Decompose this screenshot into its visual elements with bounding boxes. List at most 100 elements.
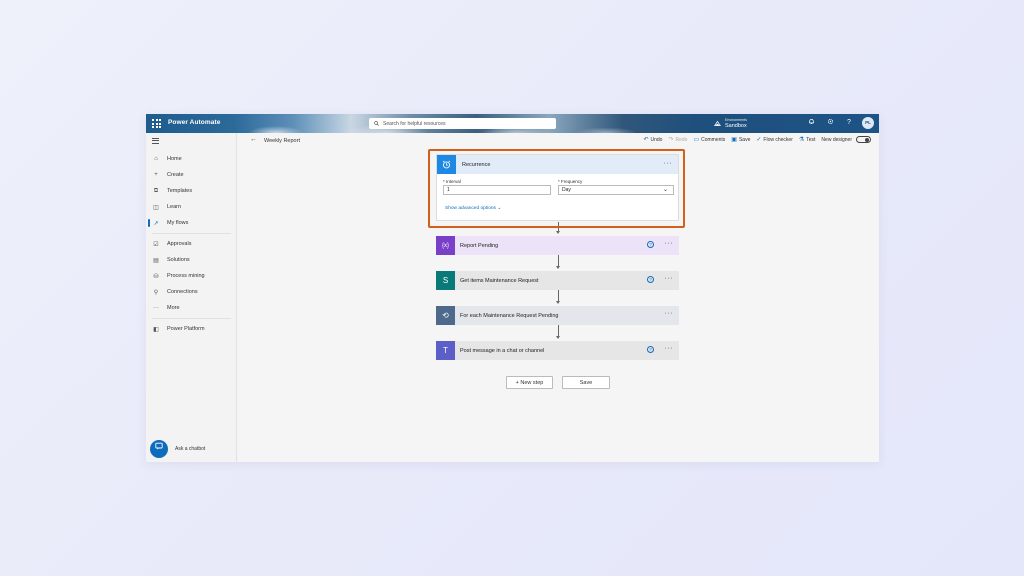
step-post-message[interactable]: T Post message in a chat or channel ? ··… xyxy=(436,341,679,360)
gear-icon[interactable] xyxy=(825,118,835,128)
book-icon: ◫ xyxy=(153,204,159,211)
teams-icon: T xyxy=(436,341,455,360)
power-platform-icon: ◧ xyxy=(153,326,159,333)
help-icon[interactable]: ? xyxy=(647,241,654,248)
flow-icon: ↗ xyxy=(153,220,159,227)
help-icon[interactable]: ? xyxy=(647,346,654,353)
sidebar-item-power-platform[interactable]: ◧ Power Platform xyxy=(146,321,237,337)
frequency-field: * Frequency Day ⌄ xyxy=(558,179,674,195)
more-options-icon[interactable]: ··· xyxy=(664,160,673,167)
advanced-options-link[interactable]: Show advanced options ⌄ xyxy=(445,206,501,211)
connector-arrow xyxy=(555,301,560,304)
sidebar-item-label: Solutions xyxy=(167,257,190,263)
loop-icon: ⟲ xyxy=(436,306,455,325)
interval-field: * Interval 1 xyxy=(443,179,551,195)
new-step-button[interactable]: + New step xyxy=(506,376,553,389)
chatbot-icon[interactable] xyxy=(150,440,168,458)
sidebar-item-learn[interactable]: ◫ Learn xyxy=(146,199,237,215)
sidebar-item-my-flows[interactable]: ↗ My flows xyxy=(146,215,237,231)
toggle-switch[interactable] xyxy=(856,136,871,143)
step-get-items[interactable]: S Get items Maintenance Request ? ··· xyxy=(436,271,679,290)
step-title: Post message in a chat or channel xyxy=(460,347,545,354)
interval-input[interactable]: 1 xyxy=(443,185,551,195)
flow-checker-button[interactable]: ✓ Flow checker xyxy=(756,136,793,144)
comments-button[interactable]: ▭ Comments xyxy=(693,136,726,144)
avatar[interactable]: PL xyxy=(862,117,874,129)
search-input[interactable] xyxy=(383,120,543,127)
plus-icon: + xyxy=(154,172,158,178)
sidebar-item-label: Templates xyxy=(167,188,193,194)
back-arrow-icon[interactable]: ← xyxy=(250,136,257,143)
comments-label: Comments xyxy=(701,136,726,143)
notifications-icon[interactable] xyxy=(806,118,816,128)
environment-label: Environments xyxy=(725,118,747,122)
undo-button[interactable]: ↶ Undo xyxy=(643,136,663,144)
sidebar-item-label: Learn xyxy=(167,204,182,210)
test-button[interactable]: ⚗ Test xyxy=(799,136,816,144)
sidebar-item-solutions[interactable]: ▤ Solutions xyxy=(146,252,237,268)
recurrence-title: Recurrence xyxy=(462,161,491,168)
active-indicator xyxy=(148,219,150,227)
help-icon[interactable]: ? xyxy=(844,118,854,128)
app-brand[interactable]: Power Automate xyxy=(168,119,220,126)
app-launcher-icon[interactable] xyxy=(152,119,161,128)
hamburger-icon[interactable] xyxy=(152,138,159,145)
frequency-select[interactable]: Day ⌄ xyxy=(558,185,674,195)
alarm-clock-icon xyxy=(437,155,456,174)
more-options-icon[interactable]: ··· xyxy=(665,240,674,247)
step-title: Report Pending xyxy=(460,242,499,249)
help-icon[interactable]: ? xyxy=(647,276,654,283)
chatbot-label: Ask a chatbot xyxy=(175,446,206,452)
sidebar-item-process-mining[interactable]: ⛁ Process mining xyxy=(146,268,237,284)
save-label: Save xyxy=(738,136,751,143)
save-command-button[interactable]: ▣ Save xyxy=(731,136,751,144)
search-icon xyxy=(374,121,379,126)
top-bar: Power Automate Environments Sandbox ? PL xyxy=(146,114,879,133)
environment-value: Sandbox xyxy=(725,123,747,129)
sidebar-item-label: Connections xyxy=(167,289,198,295)
frequency-label: * Frequency xyxy=(558,179,583,184)
sidebar-item-label: Approvals xyxy=(167,241,192,247)
more-options-icon[interactable]: ··· xyxy=(665,345,674,352)
connector-line xyxy=(557,290,559,301)
redo-button[interactable]: ↷ Redo xyxy=(668,136,688,144)
sidebar-item-more[interactable]: ··· More xyxy=(146,300,237,316)
search-box[interactable] xyxy=(369,118,556,129)
more-options-icon[interactable]: ··· xyxy=(665,275,674,282)
connector-line xyxy=(557,325,559,336)
connector-line xyxy=(557,255,559,266)
sidebar-item-label: More xyxy=(167,305,180,311)
connector-arrow xyxy=(555,266,560,269)
templates-icon: ⧉ xyxy=(153,187,159,194)
recurrence-header[interactable]: Recurrence ··· xyxy=(437,155,678,174)
step-for-each[interactable]: ⟲ For each Maintenance Request Pending ·… xyxy=(436,306,679,325)
sidebar-item-home[interactable]: ⌂ Home xyxy=(146,151,237,167)
solutions-icon: ▤ xyxy=(153,257,159,264)
sidebar-item-approvals[interactable]: ☑ Approvals xyxy=(146,236,237,252)
sidebar-item-label: Create xyxy=(167,172,184,178)
new-designer-toggle[interactable]: New designer xyxy=(821,136,871,143)
recurrence-card[interactable]: Recurrence ··· * Interval 1 * Frequency … xyxy=(436,154,679,221)
chevron-down-icon: ⌄ xyxy=(497,206,502,211)
flow-name: Weekly Report xyxy=(264,137,300,144)
undo-label: Undo xyxy=(650,136,663,143)
sidebar-item-label: Process mining xyxy=(167,273,205,279)
approvals-icon: ☑ xyxy=(153,241,159,248)
sidebar-divider xyxy=(152,318,231,319)
chatbot-launcher[interactable]: Ask a chatbot xyxy=(150,440,205,458)
step-report-pending[interactable]: {x} Report Pending ? ··· xyxy=(436,236,679,255)
sidebar: ⌂ Home + Create ⧉ Templates ◫ Learn ↗ My… xyxy=(146,133,237,462)
sidebar-item-templates[interactable]: ⧉ Templates xyxy=(146,183,237,199)
sidebar-nav: ⌂ Home + Create ⧉ Templates ◫ Learn ↗ My… xyxy=(146,151,237,337)
save-button[interactable]: Save xyxy=(562,376,610,389)
sidebar-item-create[interactable]: + Create xyxy=(146,167,237,183)
environment-picker[interactable]: Environments Sandbox xyxy=(714,117,747,129)
more-options-icon[interactable]: ··· xyxy=(665,310,674,317)
more-icon: ··· xyxy=(153,305,159,311)
step-title: Get items Maintenance Request xyxy=(460,277,539,284)
sidebar-item-connections[interactable]: ⚲ Connections xyxy=(146,284,237,300)
test-label: Test xyxy=(806,136,816,143)
flow-checker-label: Flow checker xyxy=(763,136,793,143)
command-actions: ↶ Undo ↷ Redo ▭ Comments ▣ Save ✓ Flow checke… xyxy=(643,136,871,143)
redo-label: Redo xyxy=(675,136,688,143)
